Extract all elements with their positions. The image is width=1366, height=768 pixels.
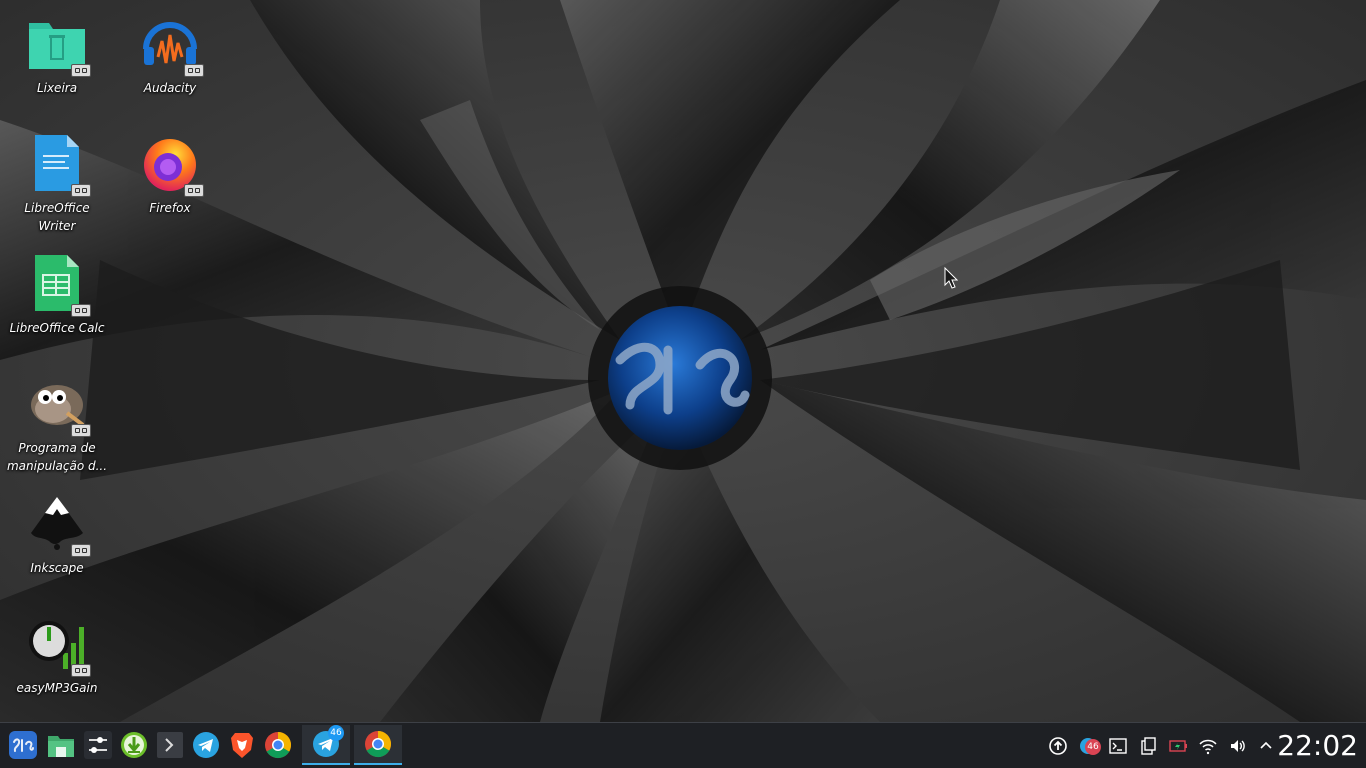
inkscape-icon: [27, 493, 91, 557]
chrome-icon: [265, 731, 291, 759]
clock[interactable]: 22:02: [1277, 728, 1358, 764]
download-icon: [121, 732, 147, 758]
terminal-icon: [157, 732, 183, 758]
desktop-icon-libreoffice-writer[interactable]: LibreOffice Writer: [5, 123, 109, 233]
link-badge-icon: [71, 544, 91, 557]
audacity-icon: [140, 13, 204, 77]
update-icon: [1049, 737, 1067, 755]
link-badge-icon: [71, 304, 91, 317]
tray-clipboard[interactable]: [1137, 735, 1159, 757]
desktop-icon-audacity[interactable]: Audacity: [118, 3, 222, 113]
chrome-icon: [365, 730, 391, 758]
desktop-icon-label: Audacity: [143, 81, 197, 95]
gimp-icon: [27, 373, 91, 437]
desktop-icon-firefox[interactable]: Firefox: [118, 123, 222, 233]
volume-icon: [1231, 740, 1245, 752]
biglinux-logo-icon: [9, 731, 37, 759]
downloader-launcher[interactable]: [117, 728, 151, 762]
notification-count-badge: 46: [1085, 739, 1101, 755]
tray-wifi[interactable]: [1197, 735, 1219, 757]
sliders-icon: [84, 731, 112, 759]
tray-battery[interactable]: [1167, 735, 1189, 757]
terminal-icon: [1109, 738, 1127, 754]
desktop-icon-label: Lixeira: [36, 81, 78, 95]
telegram-icon: [193, 732, 219, 758]
desktop-icon-label: Inkscape: [30, 561, 84, 575]
clipboard-icon: [1141, 737, 1156, 755]
chevron-up-icon: [1260, 741, 1272, 749]
desktop-icon-inkscape[interactable]: Inkscape: [5, 483, 109, 593]
telegram-task[interactable]: 46: [302, 725, 350, 765]
link-badge-icon: [184, 64, 204, 77]
link-badge-icon: [71, 184, 91, 197]
terminal-launcher[interactable]: [153, 728, 187, 762]
link-badge-icon: [71, 64, 91, 77]
tray-volume[interactable]: [1227, 735, 1249, 757]
desktop-icon-libreoffice-calc[interactable]: LibreOffice Calc: [5, 243, 109, 353]
mouse-cursor-icon: [944, 267, 958, 289]
tray-update[interactable]: [1047, 735, 1069, 757]
unread-count-badge: 46: [328, 725, 344, 741]
file-manager-launcher[interactable]: [44, 728, 78, 762]
desktop-icon-label: Programa de manipulação d...: [6, 441, 108, 473]
settings-launcher[interactable]: [81, 728, 115, 762]
desktop-icon-label: Firefox: [149, 201, 191, 215]
application-menu-button[interactable]: [6, 728, 40, 762]
desktop-icon-label: LibreOffice Writer: [24, 201, 90, 233]
tray-notifications[interactable]: 46: [1077, 735, 1101, 757]
desktop-icon-lixeira[interactable]: Lixeira: [5, 3, 109, 113]
libreoffice-writer-icon: [27, 133, 91, 197]
link-badge-icon: [184, 184, 204, 197]
desktop-icon-label: LibreOffice Calc: [9, 321, 105, 335]
firefox-icon: [140, 133, 204, 197]
battery-icon: [1169, 740, 1187, 752]
link-badge-icon: [71, 664, 91, 677]
wifi-icon: [1199, 739, 1217, 755]
brave-launcher[interactable]: [225, 728, 259, 762]
tray-terminal[interactable]: [1107, 735, 1129, 757]
chrome-task[interactable]: [354, 725, 402, 765]
telegram-launcher[interactable]: [189, 728, 223, 762]
folder-icon: [48, 736, 74, 757]
desktop-icon-easymp3gain[interactable]: easyMP3Gain: [5, 603, 109, 713]
tray-expand[interactable]: [1255, 735, 1277, 757]
link-badge-icon: [71, 424, 91, 437]
desktop-icon-label: easyMP3Gain: [16, 681, 98, 695]
easymp3gain-icon: [27, 613, 91, 677]
taskbar: 46 46 22:02: [0, 722, 1366, 768]
desktop-icon-gimp[interactable]: Programa de manipulação d...: [5, 363, 109, 473]
chrome-launcher[interactable]: [261, 728, 295, 762]
trash-icon: [27, 13, 91, 77]
libreoffice-calc-icon: [27, 253, 91, 317]
brave-icon: [231, 733, 253, 758]
